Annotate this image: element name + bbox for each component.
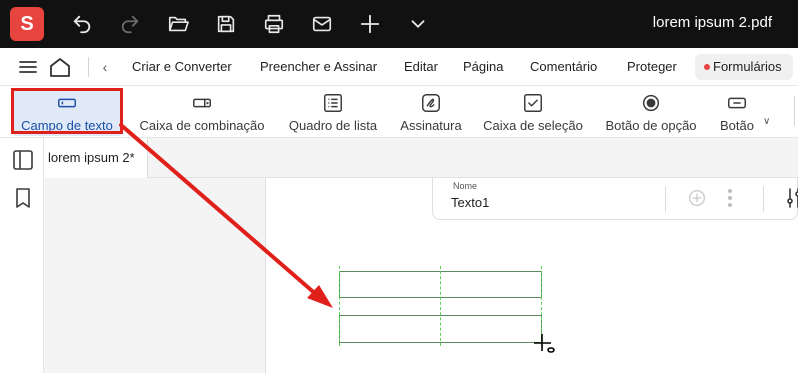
tool-combo-box[interactable]: Caixa de combinação bbox=[134, 88, 270, 136]
menu-formularios[interactable]: Formulários bbox=[695, 54, 793, 80]
tool-button[interactable]: Botão bbox=[716, 88, 758, 136]
toolbar-divider bbox=[794, 96, 795, 126]
crosshair-cursor-icon bbox=[534, 334, 555, 353]
menu-criar-e-converter[interactable]: Criar e Converter bbox=[132, 59, 232, 74]
settings-sliders-icon[interactable] bbox=[787, 187, 798, 209]
menu-editar[interactable]: Editar bbox=[404, 59, 438, 74]
mail-icon[interactable] bbox=[305, 8, 339, 40]
menu-proteger[interactable]: Proteger bbox=[627, 59, 677, 74]
annotation-highlight-box bbox=[11, 88, 123, 134]
tool-combo-box-label: Caixa de combinação bbox=[139, 118, 265, 133]
field-properties-popup: Nome Texto1 bbox=[432, 178, 798, 220]
tool-radio-button[interactable]: Botão de opção bbox=[600, 88, 702, 136]
props-divider-2 bbox=[763, 186, 764, 212]
document-tab-row: lorem ipsum 2* bbox=[44, 138, 798, 179]
bookmark-icon[interactable] bbox=[11, 186, 35, 210]
tool-signature[interactable]: Assinatura bbox=[396, 88, 466, 136]
field-name-input[interactable]: Texto1 bbox=[451, 195, 489, 210]
more-vertical-icon[interactable] bbox=[723, 187, 737, 209]
home-icon[interactable] bbox=[48, 56, 72, 78]
tool-radio-button-label: Botão de opção bbox=[605, 118, 697, 133]
combo-box-icon bbox=[191, 92, 213, 114]
menu-pagina[interactable]: Página bbox=[463, 59, 503, 74]
active-dot-icon bbox=[704, 64, 710, 70]
alignment-guide-left bbox=[339, 266, 340, 346]
side-panel bbox=[44, 178, 266, 373]
checkbox-icon bbox=[522, 92, 544, 114]
chevron-left-icon[interactable]: ‹ bbox=[97, 57, 113, 77]
menu-formularios-label: Formulários bbox=[713, 59, 782, 74]
chevron-down-icon[interactable] bbox=[401, 8, 435, 40]
menu-comentario[interactable]: Comentário bbox=[530, 59, 597, 74]
tool-list-box-label: Quadro de lista bbox=[288, 118, 378, 133]
radio-button-icon bbox=[640, 92, 662, 114]
tool-button-chevron-icon[interactable]: ∨ bbox=[763, 116, 770, 127]
app-logo[interactable]: S bbox=[10, 7, 44, 41]
add-circle-icon[interactable] bbox=[686, 187, 708, 209]
folder-open-icon[interactable] bbox=[161, 8, 195, 40]
tool-checkbox[interactable]: Caixa de seleção bbox=[480, 88, 586, 136]
title-bar: S lorem ipsum 2.pdf bbox=[0, 0, 798, 48]
menu-preencher-e-assinar[interactable]: Preencher e Assinar bbox=[260, 59, 377, 74]
undo-icon[interactable] bbox=[65, 8, 99, 40]
signature-icon bbox=[420, 92, 442, 114]
tool-signature-label: Assinatura bbox=[400, 118, 462, 133]
document-tab[interactable]: lorem ipsum 2* bbox=[44, 138, 148, 179]
list-box-icon bbox=[322, 92, 344, 114]
menu-divider bbox=[88, 57, 89, 77]
plus-icon[interactable] bbox=[353, 8, 387, 40]
menu-bar: ‹ Criar e Converter Preencher e Assinar … bbox=[0, 48, 798, 86]
redo-icon[interactable] bbox=[113, 8, 147, 40]
hamburger-menu-icon[interactable] bbox=[18, 58, 38, 76]
tool-list-box[interactable]: Quadro de lista bbox=[284, 88, 382, 136]
save-icon[interactable] bbox=[209, 8, 243, 40]
document-title: lorem ipsum 2.pdf bbox=[652, 14, 772, 31]
field-name-label: Nome bbox=[453, 181, 478, 191]
tool-checkbox-label: Caixa de seleção bbox=[483, 118, 583, 133]
print-icon[interactable] bbox=[257, 8, 291, 40]
left-rail bbox=[0, 138, 44, 373]
sidebar-panel-icon[interactable] bbox=[11, 148, 35, 172]
button-icon bbox=[726, 92, 748, 114]
props-divider bbox=[665, 186, 666, 212]
alignment-guide-center bbox=[440, 266, 441, 346]
tool-button-label: Botão bbox=[720, 118, 754, 133]
